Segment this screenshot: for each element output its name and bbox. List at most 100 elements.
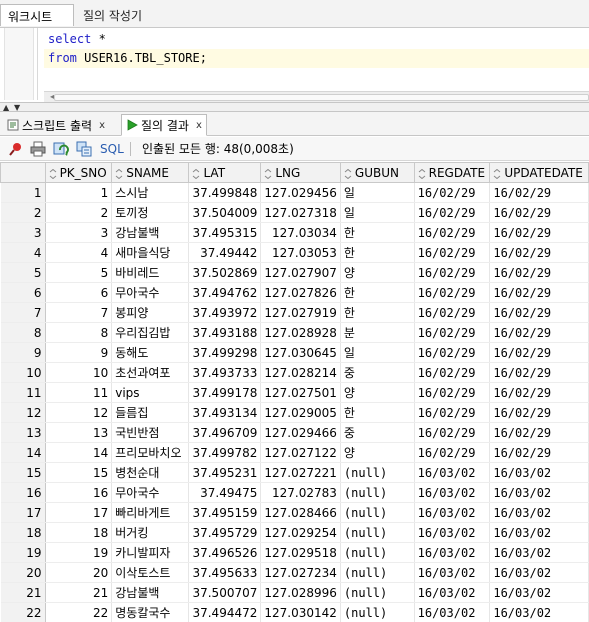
- cell-sname[interactable]: 버거킹: [111, 522, 190, 543]
- cell-regdate[interactable]: 16/03/02: [414, 502, 491, 523]
- row-number[interactable]: 14: [0, 442, 46, 463]
- cell-pk-sno[interactable]: 8: [45, 322, 113, 343]
- cell-lat[interactable]: 37.494472: [188, 602, 262, 622]
- cell-gubun[interactable]: 양: [340, 382, 415, 403]
- cell-sname[interactable]: 무아국수: [111, 482, 190, 503]
- cell-updatedate[interactable]: 16/03/02: [489, 462, 589, 483]
- table-row[interactable]: 14 14 프리모바치오 37.499782 127.027122 양 16/02/29 16…: [0, 442, 589, 463]
- cell-pk-sno[interactable]: 12: [45, 402, 113, 423]
- row-number[interactable]: 20: [0, 562, 46, 583]
- cell-pk-sno[interactable]: 21: [45, 582, 113, 603]
- scrollbar-thumb[interactable]: [54, 94, 589, 101]
- cell-updatedate[interactable]: 16/03/02: [489, 482, 589, 503]
- cell-lat[interactable]: 37.495159: [188, 502, 262, 523]
- cell-sname[interactable]: 카니발피자: [111, 542, 190, 563]
- cell-lng[interactable]: 127.027221: [260, 462, 341, 483]
- cell-updatedate[interactable]: 16/03/02: [489, 522, 589, 543]
- cell-sname[interactable]: 빠리바게트: [111, 502, 190, 523]
- cell-gubun[interactable]: 중: [340, 362, 415, 383]
- table-row[interactable]: 18 18 버거킹 37.495729 127.029254 (null) 16/03/02…: [0, 522, 589, 543]
- row-number[interactable]: 6: [0, 282, 46, 303]
- cell-lng[interactable]: 127.027907: [260, 262, 341, 283]
- cell-lat[interactable]: 37.495231: [188, 462, 262, 483]
- cell-gubun[interactable]: (null): [340, 582, 415, 603]
- expand-down-icon[interactable]: ▼: [14, 103, 20, 112]
- table-row[interactable]: 11 11 vips 37.499178 127.027501 양 16/02/29 16/0…: [0, 382, 589, 403]
- close-icon[interactable]: x: [99, 120, 105, 131]
- cell-lng[interactable]: 127.029254: [260, 522, 341, 543]
- cell-pk-sno[interactable]: 19: [45, 542, 113, 563]
- cell-sname[interactable]: 들름집: [111, 402, 190, 423]
- column-header[interactable]: LAT: [188, 162, 262, 183]
- table-row[interactable]: 6 6 무아국수 37.494762 127.027826 한 16/02/29 16/02/…: [0, 282, 589, 303]
- row-number[interactable]: 11: [0, 382, 46, 403]
- cell-pk-sno[interactable]: 13: [45, 422, 113, 443]
- cell-gubun[interactable]: 분: [340, 322, 415, 343]
- code-line-1[interactable]: select *: [44, 30, 589, 49]
- cell-lng[interactable]: 127.029466: [260, 422, 341, 443]
- cell-regdate[interactable]: 16/03/02: [414, 562, 491, 583]
- cell-lng[interactable]: 127.03034: [260, 222, 341, 243]
- cell-pk-sno[interactable]: 6: [45, 282, 113, 303]
- row-number[interactable]: 4: [0, 242, 46, 263]
- cell-gubun[interactable]: (null): [340, 602, 415, 622]
- cell-lng[interactable]: 127.027919: [260, 302, 341, 323]
- table-row[interactable]: 1 1 스시남 37.499848 127.029456 일 16/02/29 16/02/2…: [0, 182, 589, 203]
- cell-sname[interactable]: 동해도: [111, 342, 190, 363]
- cell-lat[interactable]: 37.495633: [188, 562, 262, 583]
- column-header[interactable]: GUBUN: [339, 162, 415, 183]
- close-icon[interactable]: x: [196, 120, 202, 131]
- print-icon[interactable]: [30, 141, 46, 157]
- row-number[interactable]: 1: [0, 182, 46, 203]
- cell-lat[interactable]: 37.494762: [188, 282, 262, 303]
- table-row[interactable]: 12 12 들름집 37.493134 127.029005 한 16/02/29 16/02…: [0, 402, 589, 423]
- cell-regdate[interactable]: 16/02/29: [414, 382, 491, 403]
- cell-lng[interactable]: 127.027234: [260, 562, 341, 583]
- cell-pk-sno[interactable]: 16: [45, 482, 113, 503]
- tab-worksheet[interactable]: 워크시트: [0, 4, 74, 26]
- cell-lat[interactable]: 37.499848: [188, 182, 262, 203]
- cell-lng[interactable]: 127.027318: [260, 202, 341, 223]
- pane-splitter[interactable]: ▲ ▼: [0, 102, 589, 112]
- cell-regdate[interactable]: 16/02/29: [414, 202, 491, 223]
- cell-updatedate[interactable]: 16/03/02: [489, 602, 589, 622]
- table-row[interactable]: 9 9 동해도 37.499298 127.030645 일 16/02/29 16/02/2…: [0, 342, 589, 363]
- cell-lng[interactable]: 127.028996: [260, 582, 341, 603]
- column-header[interactable]: REGDATE: [413, 162, 491, 183]
- cell-pk-sno[interactable]: 2: [45, 202, 113, 223]
- row-number[interactable]: 2: [0, 202, 46, 223]
- cell-regdate[interactable]: 16/03/02: [414, 542, 491, 563]
- cell-regdate[interactable]: 16/02/29: [414, 422, 491, 443]
- cell-lat[interactable]: 37.49475: [188, 482, 262, 503]
- cell-updatedate[interactable]: 16/02/29: [489, 222, 589, 243]
- cell-updatedate[interactable]: 16/03/02: [489, 502, 589, 523]
- sql-editor[interactable]: select * from USER16.TBL_STORE;: [0, 28, 589, 100]
- cell-lng[interactable]: 127.028928: [260, 322, 341, 343]
- table-row[interactable]: 5 5 바비레드 37.502869 127.027907 양 16/02/29 16/02/…: [0, 262, 589, 283]
- cell-sname[interactable]: 스시남: [111, 182, 190, 203]
- cell-lat[interactable]: 37.499178: [188, 382, 262, 403]
- row-number[interactable]: 8: [0, 322, 46, 343]
- row-number[interactable]: 21: [0, 582, 46, 603]
- cell-lng[interactable]: 127.029456: [260, 182, 341, 203]
- tab-query-result[interactable]: 질의 결과 x: [121, 114, 207, 136]
- table-row[interactable]: 22 22 명동칼국수 37.494472 127.030142 (null) 16/03/…: [0, 602, 589, 622]
- cell-gubun[interactable]: (null): [340, 462, 415, 483]
- cell-regdate[interactable]: 16/02/29: [414, 442, 491, 463]
- cell-updatedate[interactable]: 16/03/02: [489, 542, 589, 563]
- cell-pk-sno[interactable]: 22: [45, 602, 113, 622]
- row-number[interactable]: 3: [0, 222, 46, 243]
- cell-lat[interactable]: 37.493733: [188, 362, 262, 383]
- table-row[interactable]: 17 17 빠리바게트 37.495159 127.028466 (null) 16/03/…: [0, 502, 589, 523]
- table-row[interactable]: 2 2 토끼정 37.504009 127.027318 일 16/02/29 16/02/2…: [0, 202, 589, 223]
- cell-regdate[interactable]: 16/03/02: [414, 462, 491, 483]
- cell-lng[interactable]: 127.028214: [260, 362, 341, 383]
- cell-regdate[interactable]: 16/03/02: [414, 482, 491, 503]
- cell-gubun[interactable]: (null): [340, 482, 415, 503]
- table-row[interactable]: 7 7 봉피양 37.493972 127.027919 한 16/02/29 16/02/2…: [0, 302, 589, 323]
- cell-updatedate[interactable]: 16/02/29: [489, 202, 589, 223]
- cell-sname[interactable]: 이삭토스트: [111, 562, 190, 583]
- tab-script-output[interactable]: 스크립트 출력 x: [3, 114, 109, 136]
- cell-lng[interactable]: 127.028466: [260, 502, 341, 523]
- row-number[interactable]: 16: [0, 482, 46, 503]
